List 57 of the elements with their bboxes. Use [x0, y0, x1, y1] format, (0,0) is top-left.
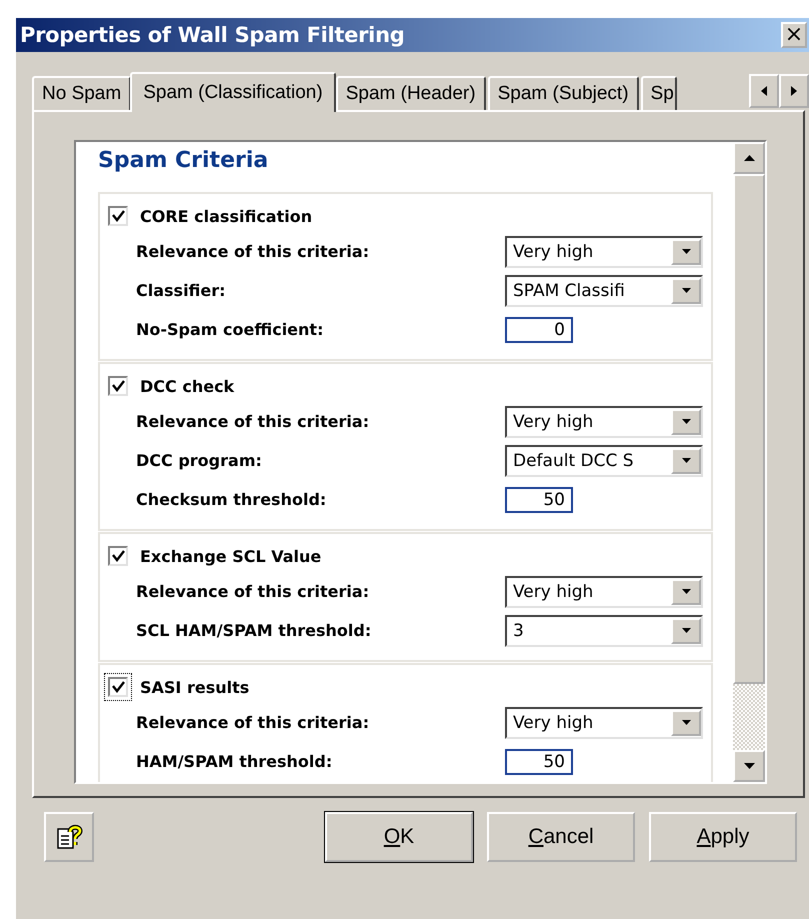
dialog-button[interactable]: Cancel	[487, 812, 635, 862]
dialog-button[interactable]: Apply	[649, 812, 797, 862]
field-label: Relevance of this criteria:	[136, 242, 370, 261]
dropdown[interactable]: 3	[505, 614, 703, 646]
field-label: No-Spam coefficient:	[136, 320, 324, 339]
field-label: Classifier:	[136, 281, 226, 300]
checkmark-icon	[112, 550, 124, 562]
dropdown[interactable]: Very high	[505, 236, 703, 268]
number-field[interactable]: 50	[505, 486, 573, 512]
up-arrow-icon	[744, 155, 754, 161]
left-arrow-icon	[761, 86, 767, 96]
field-label: Checksum threshold:	[136, 490, 326, 509]
field-label: Relevance of this criteria:	[136, 412, 370, 431]
criteria-title: CORE classification	[140, 206, 312, 226]
tab[interactable]: Spam (Subject)	[488, 76, 639, 110]
dropdown-arrow-icon	[682, 720, 690, 725]
tab[interactable]: Spam (Header)	[336, 76, 486, 110]
checkmark-icon	[112, 210, 124, 222]
down-arrow-icon	[744, 763, 754, 769]
number-field[interactable]: 0	[505, 316, 573, 342]
scroll-thumb[interactable]	[733, 174, 765, 684]
dropdown[interactable]: SPAM Classifi	[505, 274, 703, 306]
checkbox[interactable]	[104, 673, 132, 701]
field-label: HAM/SPAM threshold:	[136, 752, 332, 771]
dropdown-arrow-icon	[682, 589, 690, 594]
dropdown-arrow-icon	[682, 628, 690, 633]
tab[interactable]: Spam (Classification)	[130, 72, 336, 112]
criteria-title: Exchange SCL Value	[140, 546, 322, 566]
dropdown[interactable]: Very high	[505, 406, 703, 438]
scroll-right-button[interactable]	[779, 74, 809, 108]
dropdown-arrow-icon	[682, 249, 690, 254]
number-field[interactable]: 50	[505, 748, 573, 774]
window-title: Properties of Wall Spam Filtering	[20, 23, 406, 47]
dropdown-arrow-icon	[682, 419, 690, 424]
dropdown-arrow-icon	[682, 288, 690, 293]
tab[interactable]: No Spam	[32, 76, 132, 110]
scrollbar[interactable]	[733, 142, 765, 782]
dialog-button[interactable]: OK	[325, 812, 473, 862]
criteria-title: DCC check	[140, 376, 234, 396]
help-button[interactable]	[44, 812, 94, 862]
dropdown[interactable]: Very high	[505, 706, 703, 738]
close-button[interactable]: ×	[781, 22, 807, 48]
section-heading: Spam Criteria	[98, 148, 270, 175]
criteria-title: SASI results	[140, 678, 250, 696]
field-label: Relevance of this criteria:	[136, 713, 370, 732]
dropdown[interactable]: Default DCC S	[505, 444, 703, 476]
dropdown-arrow-icon	[682, 458, 690, 463]
scroll-left-button[interactable]	[749, 74, 779, 108]
tab[interactable]: Sp	[640, 76, 677, 110]
field-label: DCC program:	[136, 451, 262, 470]
dropdown[interactable]: Very high	[505, 576, 703, 608]
checkmark-icon	[112, 380, 124, 392]
field-label: Relevance of this criteria:	[136, 582, 370, 601]
checkmark-icon	[112, 681, 124, 693]
field-label: SCL HAM/SPAM threshold:	[136, 621, 372, 640]
right-arrow-icon	[791, 86, 797, 96]
help-document-icon	[55, 823, 83, 851]
